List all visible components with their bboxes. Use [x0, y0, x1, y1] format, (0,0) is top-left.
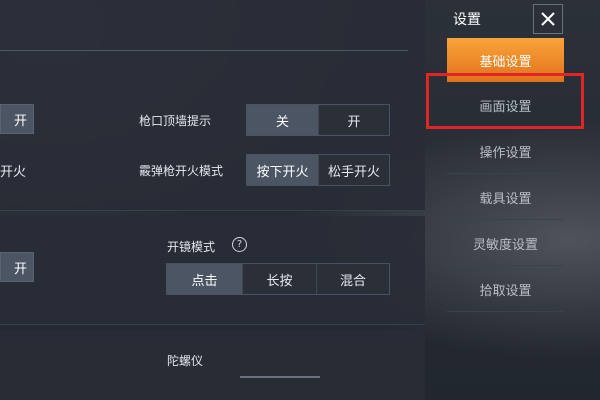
partial-toggle-on-2[interactable]: 开 — [0, 252, 34, 282]
settings-panel-gyro — [0, 330, 425, 400]
partial-fire-option[interactable]: 开火 — [0, 161, 26, 180]
shotgun-fire-toggle: 按下开火 松手开火 — [246, 154, 390, 186]
scope-hold-button[interactable]: 长按 — [243, 264, 317, 294]
scope-mixed-button[interactable]: 混合 — [317, 264, 389, 294]
sidebar-item-pickup[interactable]: 拾取设置 — [447, 268, 564, 312]
shotgun-fire-label: 霰弹枪开火模式 — [139, 164, 224, 178]
scope-mode-label: 开镜模式 — [167, 240, 216, 254]
partial-toggle-on[interactable]: 开 — [0, 104, 34, 134]
close-button[interactable] — [533, 4, 563, 34]
sidebar-item-vehicle[interactable]: 载具设置 — [447, 176, 564, 220]
gyroscope-selector[interactable] — [240, 376, 320, 378]
close-icon — [541, 12, 555, 26]
header-divider — [0, 50, 408, 51]
partial-toggle-label-2: 开 — [13, 261, 27, 277]
settings-title: 设置 — [453, 12, 481, 28]
muzzle-wall-toggle: 关 开 — [246, 104, 390, 136]
muzzle-wall-on-button[interactable]: 开 — [319, 105, 389, 135]
muzzle-wall-label: 枪口顶墙提示 — [139, 114, 212, 128]
gyroscope-label: 陀螺仪 — [167, 354, 204, 368]
help-icon[interactable]: ? — [232, 237, 247, 252]
scope-mode-toggle: 点击 长按 混合 — [166, 263, 390, 295]
sidebar-item-sensitivity[interactable]: 灵敏度设置 — [447, 222, 564, 266]
press-fire-button[interactable]: 按下开火 — [247, 155, 319, 185]
scope-tap-button[interactable]: 点击 — [167, 264, 243, 294]
sidebar-item-controls[interactable]: 操作设置 — [447, 130, 564, 174]
release-fire-button[interactable]: 松手开火 — [319, 155, 389, 185]
highlight-box — [426, 73, 584, 129]
partial-toggle-label: 开 — [13, 113, 27, 129]
muzzle-wall-off-button[interactable]: 关 — [247, 105, 319, 135]
